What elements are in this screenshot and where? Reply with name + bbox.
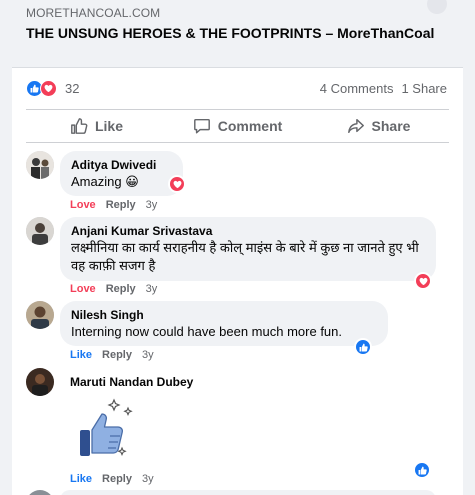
thumbs-up-icon[interactable] [413, 461, 431, 479]
thumbs-up-icon [71, 118, 88, 134]
reply-link[interactable]: Reply [102, 473, 132, 485]
comment-text: Amazing 😀 [71, 174, 139, 189]
share-button[interactable]: Share [308, 110, 449, 142]
share-label: Share [371, 118, 411, 134]
share-icon [347, 118, 364, 134]
avatar[interactable] [26, 368, 54, 396]
avatar[interactable] [26, 217, 54, 245]
link-title[interactable]: THE UNSUNG HEROES & THE FOOTPRINTS – Mor… [26, 24, 436, 42]
heart-reaction-icon [40, 79, 57, 97]
post-card: MORETHANCOAL.COM THE UNSUNG HEROES & THE… [12, 0, 463, 495]
link-domain: MORETHANCOAL.COM [26, 6, 161, 20]
reply-link[interactable]: Reply [106, 199, 136, 211]
comment-author[interactable]: Aditya Dwivedi [71, 157, 172, 173]
comment-time[interactable]: 3y [146, 199, 158, 211]
comment-author[interactable]: Nilesh Singh [71, 307, 377, 323]
avatar[interactable] [26, 301, 54, 329]
comment-meta: Like Reply 3y [70, 473, 154, 485]
reaction-link[interactable]: Like [70, 473, 92, 485]
avatar[interactable] [26, 490, 54, 495]
reaction-link[interactable]: Love [70, 199, 96, 211]
reply-link[interactable]: Reply [102, 349, 132, 361]
comment-text: Interning now could have been much more … [71, 324, 343, 339]
comment-author[interactable]: Anjani Kumar Srivastava [71, 223, 425, 239]
comment-bubble: Aditya Dwivedi Amazing 😀 [60, 151, 183, 196]
comment-text: लक्ष्मीनिया का कार्य सराहनीय है कोल् माइ… [71, 240, 419, 273]
comment-time[interactable]: 3y [146, 283, 158, 295]
reaction-link[interactable]: Like [70, 349, 92, 361]
thumbs-up-icon[interactable] [354, 338, 372, 356]
reply-link[interactable]: Reply [106, 283, 136, 295]
comment-meta: Like Reply 3y [70, 349, 154, 361]
reaction-count: 32 [65, 80, 80, 96]
heart-icon[interactable] [168, 175, 186, 193]
avatar[interactable] [26, 151, 54, 179]
heart-icon[interactable] [414, 272, 432, 290]
like-button[interactable]: Like [26, 110, 167, 142]
reaction-link[interactable]: Love [70, 283, 96, 295]
comment-time[interactable]: 3y [142, 473, 154, 485]
comment-meta: Love Reply 3y [70, 199, 157, 211]
like-label: Like [94, 118, 123, 134]
comment-time[interactable]: 3y [142, 349, 154, 361]
comment-bubble: Anjani Kumar Srivastava लक्ष्मीनिया का क… [60, 217, 436, 281]
comment-bubble: Nilesh Singh Interning now could have be… [60, 301, 388, 346]
comment-bubble [60, 490, 436, 495]
comment-button[interactable]: Comment [167, 110, 308, 142]
more-options-button[interactable] [427, 0, 447, 14]
comment-label: Comment [217, 118, 283, 134]
comments-count[interactable]: 4 Comments [320, 81, 394, 96]
reaction-summary[interactable]: 32 [26, 78, 79, 98]
comment-icon [193, 118, 210, 134]
post-stats: 4 Comments 1 Share [320, 81, 447, 96]
comment-meta: Love Reply 3y [70, 283, 157, 295]
action-bar: Like Comment Share [26, 109, 449, 143]
shares-count[interactable]: 1 Share [401, 81, 447, 96]
thumbs-up-sticker[interactable] [70, 396, 142, 464]
link-preview[interactable]: MORETHANCOAL.COM THE UNSUNG HEROES & THE… [12, 0, 463, 68]
comment-author[interactable]: Maruti Nandan Dubey [70, 374, 193, 390]
